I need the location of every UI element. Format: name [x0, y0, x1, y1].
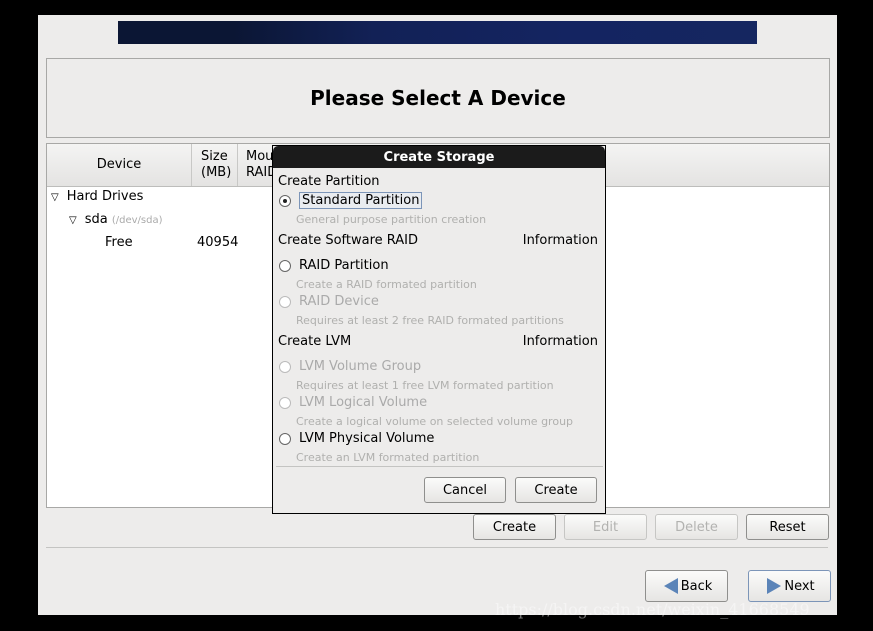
expander-icon[interactable]: ▽ [51, 192, 59, 203]
option-desc: General purpose partition creation [296, 213, 487, 226]
row-detail: (/dev/sda) [111, 215, 163, 226]
section-info: Information [522, 334, 598, 349]
option-desc: Create a RAID formated partition [296, 278, 477, 291]
radio-icon[interactable] [279, 259, 291, 272]
option-lvm-physical-volume[interactable]: LVM Physical Volume [279, 431, 434, 446]
delete-button[interactable]: Delete [655, 514, 738, 540]
row-label: Hard Drives [66, 189, 144, 204]
option-raid-partition[interactable]: RAID Partition [279, 258, 389, 273]
option-label: LVM Physical Volume [299, 431, 435, 446]
create-button[interactable]: Create [473, 514, 556, 540]
section-software-raid: Create Software RAID Information [278, 233, 598, 248]
option-label: RAID Device [299, 294, 379, 309]
dialog-title: Create Storage [273, 146, 605, 168]
tree-row-sda[interactable]: ▽ sda (/dev/sda) [69, 210, 163, 230]
cancel-button[interactable]: Cancel [424, 477, 506, 503]
row-label: sda [84, 212, 108, 227]
page-title: Please Select A Device [46, 58, 830, 138]
section-info: Information [522, 233, 598, 248]
radio-icon[interactable] [279, 360, 291, 373]
section-create-partition: Create Partition [278, 174, 598, 189]
option-desc: Requires at least 1 free LVM formated pa… [296, 379, 554, 392]
dialog-create-button[interactable]: Create [515, 477, 597, 503]
column-device[interactable]: Device [47, 144, 192, 186]
option-standard-partition[interactable]: Standard Partition [279, 192, 423, 209]
next-arrow-icon [767, 578, 782, 594]
row-size: 40954 [197, 235, 239, 250]
option-lvm-logical-volume[interactable]: LVM Logical Volume [279, 395, 427, 410]
watermark: https://blog.csdn.net/weixin_41668549 [495, 600, 810, 619]
option-desc: Create a logical volume on selected volu… [296, 415, 574, 428]
option-desc: Create an LVM formated partition [296, 451, 480, 464]
radio-icon[interactable] [279, 295, 291, 308]
section-label: Create LVM [278, 334, 352, 349]
option-label: Standard Partition [299, 192, 423, 209]
option-label: LVM Logical Volume [299, 395, 428, 410]
banner [118, 21, 757, 44]
option-label: RAID Partition [299, 258, 389, 273]
radio-icon[interactable] [279, 432, 291, 445]
option-raid-device[interactable]: RAID Device [279, 294, 379, 309]
section-lvm: Create LVM Information [278, 334, 598, 349]
radio-icon[interactable] [279, 194, 291, 207]
edit-button[interactable]: Edit [564, 514, 647, 540]
tree-row-hard-drives[interactable]: ▽ Hard Drives [51, 187, 143, 207]
create-storage-dialog: Create Storage Create Partition Standard… [272, 145, 606, 514]
section-label: Create Partition [278, 174, 380, 189]
back-label: Back [680, 578, 713, 594]
back-arrow-icon [663, 578, 678, 594]
back-button[interactable]: Back [645, 570, 728, 602]
dialog-divider [276, 466, 603, 467]
option-label: LVM Volume Group [299, 359, 422, 374]
row-label: Free [105, 235, 133, 250]
reset-button[interactable]: Reset [746, 514, 829, 540]
option-lvm-volume-group[interactable]: LVM Volume Group [279, 359, 421, 374]
expander-icon[interactable]: ▽ [69, 215, 77, 226]
divider [46, 547, 828, 548]
section-label: Create Software RAID [278, 233, 419, 248]
radio-icon[interactable] [279, 396, 291, 409]
option-desc: Requires at least 2 free RAID formated p… [296, 314, 564, 327]
next-button[interactable]: Next [748, 570, 831, 602]
next-label: Next [784, 578, 815, 594]
column-size[interactable]: Size (MB) [192, 144, 238, 186]
